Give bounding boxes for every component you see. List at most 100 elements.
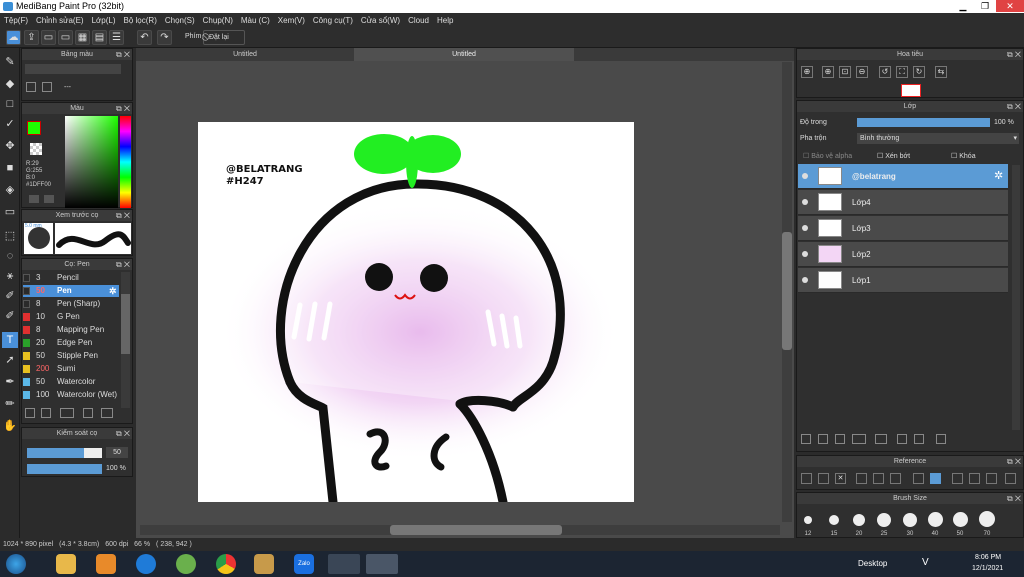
operation-icon[interactable]: ➚ bbox=[2, 352, 18, 368]
vertical-scrollbar[interactable] bbox=[782, 62, 792, 522]
layer-scrollbar[interactable] bbox=[1012, 165, 1020, 430]
ref-flip-icon[interactable] bbox=[1005, 473, 1016, 484]
clip-checkbox[interactable]: ☐ Xén bớt bbox=[877, 152, 910, 160]
protect-alpha-checkbox[interactable]: ☐ Bảo vệ alpha bbox=[803, 152, 852, 160]
eyedropper-icon[interactable]: ✒ bbox=[2, 374, 18, 390]
grid-icon[interactable]: ▦ bbox=[75, 30, 90, 45]
internet-explorer-icon[interactable] bbox=[136, 554, 156, 574]
ref-rotate2-icon[interactable] bbox=[986, 473, 997, 484]
duplicate-layer-icon[interactable] bbox=[897, 434, 907, 444]
clock-date[interactable]: 12/1/2021 bbox=[972, 565, 1003, 572]
new-8bit-layer-icon[interactable] bbox=[835, 434, 845, 444]
gear-icon[interactable]: ✲ bbox=[109, 285, 117, 297]
menu-filter[interactable]: Bộ lọc(R) bbox=[120, 13, 161, 28]
color-square[interactable] bbox=[65, 116, 118, 208]
menu-file[interactable]: Tệp(F) bbox=[0, 13, 32, 28]
brush-copy-icon[interactable] bbox=[41, 408, 51, 418]
zoom-in2-icon[interactable]: ⊕ bbox=[822, 66, 834, 78]
new-palette-icon[interactable] bbox=[26, 82, 36, 92]
size-dot[interactable] bbox=[979, 511, 995, 527]
zoom-out-icon[interactable]: ⊖ bbox=[856, 66, 868, 78]
menu-window[interactable]: Cửa sổ(W) bbox=[357, 13, 404, 28]
list-icon[interactable]: ☰ bbox=[109, 30, 124, 45]
ref-rotate-icon[interactable] bbox=[952, 473, 963, 484]
brush-menu-icon[interactable] bbox=[60, 408, 74, 418]
panel-close-icon[interactable]: ⧉ ✕ bbox=[1007, 493, 1021, 504]
gradient-icon[interactable]: ▭ bbox=[2, 204, 18, 220]
reset-button[interactable]: ⃠ Đặt lại bbox=[203, 30, 245, 45]
brush-item[interactable]: 50 Watercolor bbox=[23, 376, 119, 388]
medibang-window-icon[interactable] bbox=[366, 554, 398, 574]
layer-row-selected[interactable]: @belatrang ✲ bbox=[798, 164, 1008, 189]
horizontal-scrollbar[interactable] bbox=[140, 525, 780, 535]
desktop-toolbar[interactable]: Desktop bbox=[858, 559, 887, 568]
gear-icon[interactable]: ✲ bbox=[994, 169, 1003, 182]
drawing-canvas[interactable]: @BELATRANG #H247 bbox=[198, 122, 634, 502]
ref-eyedropper-icon[interactable] bbox=[913, 473, 924, 484]
share-icon[interactable]: ⇪ bbox=[24, 30, 39, 45]
tab-untitled-2[interactable]: Untitled bbox=[354, 48, 574, 61]
ref-zoom-out-icon[interactable] bbox=[890, 473, 901, 484]
file-explorer-icon[interactable] bbox=[56, 554, 76, 574]
paint-icon[interactable] bbox=[254, 554, 274, 574]
menu-color[interactable]: Màu (C) bbox=[237, 13, 274, 28]
brush-add-icon[interactable] bbox=[25, 408, 35, 418]
brush-item[interactable]: 50 Stipple Pen bbox=[23, 350, 119, 362]
minimize-button[interactable]: ▁ bbox=[952, 0, 974, 12]
menu-select[interactable]: Chọn(S) bbox=[161, 13, 199, 28]
select-icon[interactable]: ⬚ bbox=[2, 228, 18, 244]
ref-close-icon[interactable]: ✕ bbox=[835, 473, 846, 484]
opacity-slider[interactable] bbox=[27, 464, 102, 474]
chrome-icon[interactable] bbox=[216, 554, 236, 574]
rotate-right-icon[interactable]: ↻ bbox=[913, 66, 925, 78]
color-mode2-icon[interactable] bbox=[44, 195, 54, 203]
close-button[interactable]: ✕ bbox=[996, 0, 1024, 12]
size-dot[interactable] bbox=[877, 513, 891, 527]
foreground-color[interactable] bbox=[27, 121, 41, 135]
bucket-icon[interactable]: ◈ bbox=[2, 182, 18, 198]
fit-icon[interactable]: ⊡ bbox=[839, 66, 851, 78]
app-icon[interactable] bbox=[176, 554, 196, 574]
chat-icon[interactable]: ▭ bbox=[58, 30, 73, 45]
pen-icon[interactable]: ✏ bbox=[2, 396, 18, 412]
ref-zoom-in-icon[interactable] bbox=[856, 473, 867, 484]
panel-close-icon[interactable]: ⧉ ✕ bbox=[116, 210, 130, 221]
menu-view[interactable]: Xem(V) bbox=[274, 13, 309, 28]
layer-menu-icon[interactable] bbox=[852, 434, 866, 444]
size-dot[interactable] bbox=[853, 514, 865, 526]
delete-palette-icon[interactable] bbox=[42, 82, 52, 92]
language-indicator[interactable]: V bbox=[922, 557, 929, 568]
cloud-icon[interactable]: ☁ bbox=[6, 30, 21, 45]
brush-item-selected[interactable]: 50 Pen ✲ bbox=[23, 285, 119, 297]
size-dot[interactable] bbox=[928, 512, 943, 527]
brush-item[interactable]: 10 G Pen bbox=[23, 311, 119, 323]
layer-row[interactable]: Lớp1 bbox=[798, 268, 1008, 293]
eye-icon[interactable] bbox=[802, 199, 808, 205]
panel-close-icon[interactable]: ⧉ ✕ bbox=[1007, 49, 1021, 60]
menu-edit[interactable]: Chỉnh sửa(E) bbox=[32, 13, 88, 28]
brush-item[interactable]: 8 Mapping Pen bbox=[23, 324, 119, 336]
clock-time[interactable]: 8:06 PM bbox=[975, 554, 1001, 561]
magic-wand-icon[interactable]: ⚹ bbox=[2, 268, 18, 284]
tab-untitled-1[interactable]: Untitled bbox=[136, 48, 354, 61]
menu-tools[interactable]: Công cụ(T) bbox=[309, 13, 357, 28]
redo-icon[interactable]: ↷ bbox=[157, 30, 172, 45]
blend-mode-select[interactable]: Bình thường ▾ bbox=[857, 133, 1019, 144]
lasso-icon[interactable]: ◌ bbox=[2, 248, 18, 264]
eye-icon[interactable] bbox=[802, 225, 808, 231]
move-icon[interactable]: ✥ bbox=[2, 138, 18, 154]
palette-select[interactable] bbox=[25, 64, 121, 74]
size-dot[interactable] bbox=[804, 516, 812, 524]
brush-scrollbar[interactable] bbox=[121, 272, 130, 408]
panel-close-icon[interactable]: ⧉ ✕ bbox=[1007, 456, 1021, 467]
maximize-button[interactable]: ❐ bbox=[974, 0, 996, 12]
ref-full-icon[interactable] bbox=[969, 473, 980, 484]
select-pen-icon[interactable]: ✐ bbox=[2, 288, 18, 304]
size-dot[interactable] bbox=[903, 513, 917, 527]
brush-item[interactable]: 8 Pen (Sharp) bbox=[23, 298, 119, 310]
background-color[interactable] bbox=[30, 143, 42, 155]
layer-row[interactable]: Lớp2 bbox=[798, 242, 1008, 267]
panel-close-icon[interactable]: ⧉ ✕ bbox=[116, 428, 130, 439]
eye-icon[interactable] bbox=[802, 251, 808, 257]
flip-icon[interactable]: ⇆ bbox=[935, 66, 947, 78]
